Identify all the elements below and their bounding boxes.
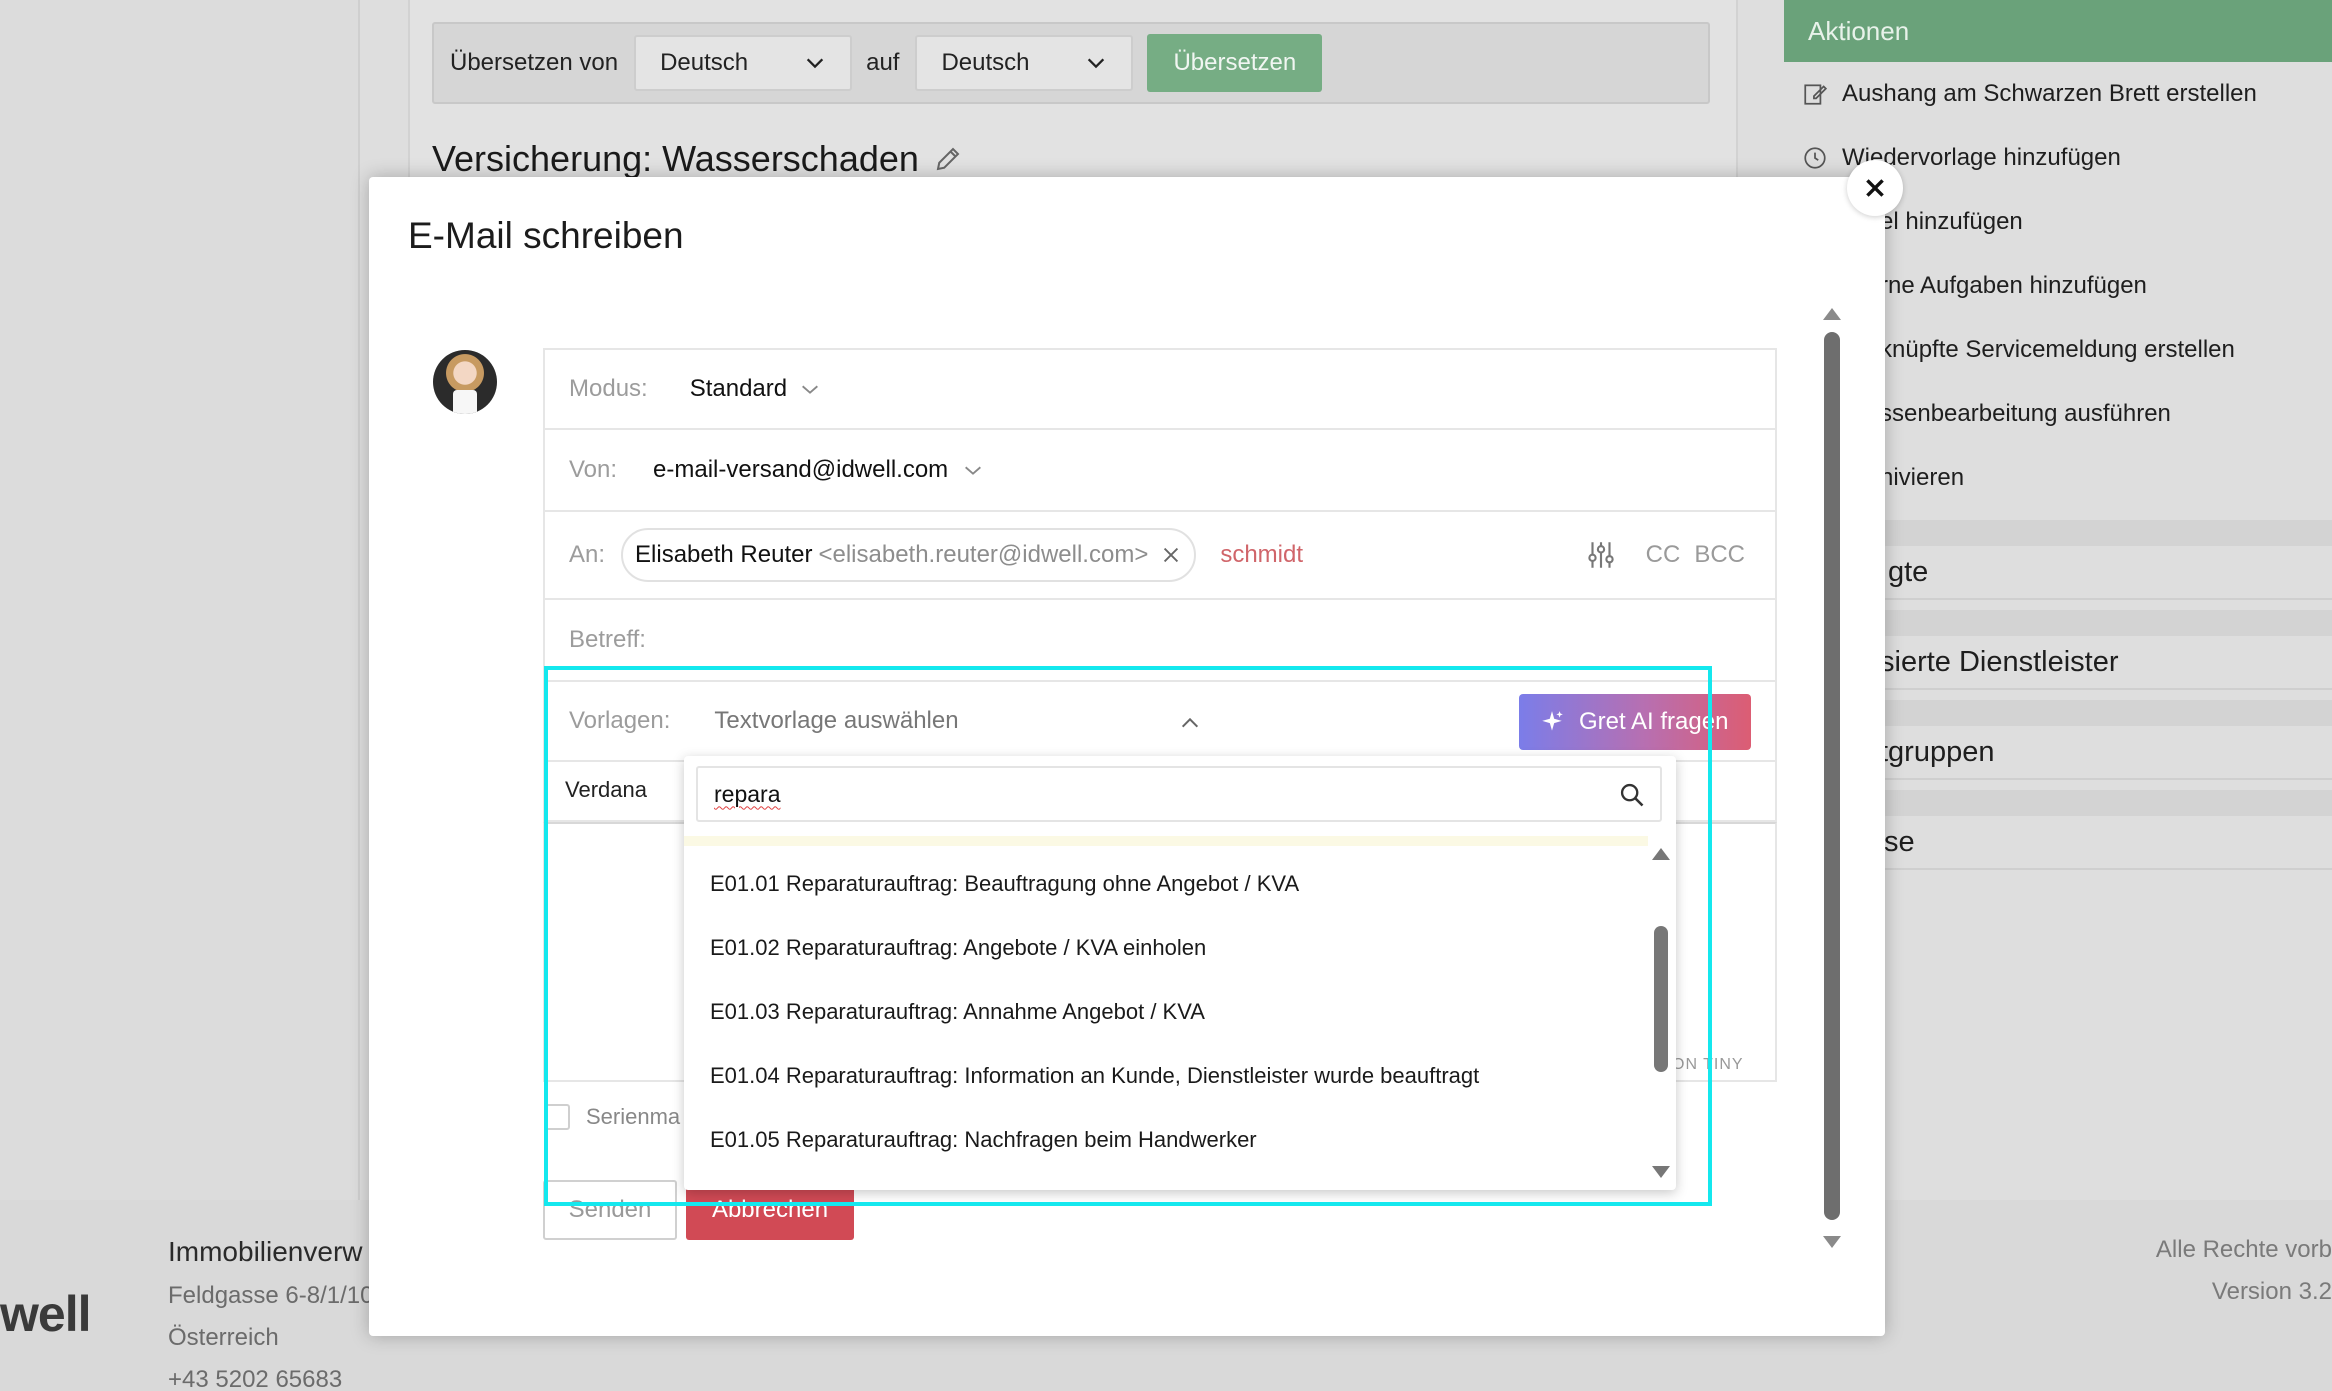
chevron-up-icon[interactable] (1179, 712, 1201, 734)
translate-from-value: Deutsch (660, 49, 749, 76)
avatar (433, 350, 497, 414)
left-panel (0, 0, 360, 1200)
serienmail-label: Serienma (586, 1104, 681, 1129)
list-scroll-up-arrow[interactable] (1652, 848, 1670, 860)
footer-rights: Alle Rechte vorb (2155, 1236, 2332, 1263)
gret-ai-label: Gret AI fragen (1579, 708, 1729, 735)
action-label: Aushang am Schwarzen Brett erstellen (1842, 80, 2257, 107)
footer-address: Feldgasse 6-8/1/10 (168, 1282, 374, 1309)
send-button[interactable]: Senden (543, 1180, 677, 1240)
serienmail-checkbox[interactable] (544, 1104, 570, 1130)
cc-link[interactable]: CC (1646, 541, 1681, 569)
subject-input[interactable]: Betreff: (569, 626, 646, 654)
sparkle-icon (1542, 711, 1563, 731)
close-button[interactable] (1847, 160, 1903, 216)
chevron-down-icon (806, 58, 824, 69)
to-label: An: (569, 541, 606, 568)
action-label: nivieren (1880, 464, 1965, 491)
recipient-name: Elisabeth Reuter (635, 541, 813, 568)
action-label: knüpfte Servicemeldung erstellen (1880, 336, 2235, 363)
modal-title: E-Mail schreiben (408, 215, 684, 256)
translate-to-select[interactable]: Deutsch (915, 35, 1134, 91)
list-top-highlight (684, 836, 1648, 846)
template-dropdown: repara E01.01 Reparaturauftrag: Beauftra… (684, 756, 1676, 1190)
font-select[interactable]: Verdana (565, 777, 647, 803)
mode-label: Modus: (569, 375, 648, 402)
edit-note-icon (1804, 84, 1828, 105)
translate-from-label: Übersetzen von (450, 49, 619, 76)
translate-from-select[interactable]: Deutsch (634, 35, 853, 91)
action-label: rne Aufgaben hinzufügen (1880, 272, 2147, 299)
scroll-down-arrow[interactable] (1823, 1236, 1841, 1248)
action-label: el hinzufügen (1880, 208, 2023, 235)
list-item[interactable]: E01.04 Reparaturauftrag: Information an … (684, 1044, 1648, 1108)
list-item[interactable]: E01.05 Reparaturauftrag: Nachfragen beim… (684, 1108, 1648, 1172)
footer-phone: +43 5202 65683 (168, 1366, 343, 1391)
translate-bar: Übersetzen von Deutsch auf Deutsch Übers… (432, 22, 1710, 104)
recipient-email: <elisabeth.reuter@idwell.com> (818, 541, 1149, 568)
template-list: E01.01 Reparaturauftrag: Beauftragung oh… (684, 852, 1648, 1172)
templates-label: Vorlagen: (569, 707, 671, 734)
page-title: Versicherung: Wasserschaden (432, 138, 919, 179)
list-scrollbar-thumb[interactable] (1654, 926, 1668, 1072)
from-label: Von: (569, 456, 618, 483)
list-item[interactable]: E01.02 Reparaturauftrag: Angebote / KVA … (684, 916, 1648, 980)
footer-company: Immobilienverw (168, 1236, 363, 1267)
list-scroll-down-arrow[interactable] (1652, 1166, 1670, 1178)
email-form: Modus: Standard Von: e-mail-versand@idwe… (543, 348, 1777, 762)
template-search-input[interactable]: repara (696, 766, 1662, 822)
template-search-value: repara (714, 780, 781, 807)
page-title-row: Versicherung: Wasserschaden (432, 138, 963, 180)
footer-country: Österreich (168, 1324, 279, 1351)
recipient-chip[interactable]: Elisabeth Reuter <elisabeth.reuter@idwel… (621, 528, 1197, 582)
mode-row: Modus: Standard (545, 350, 1775, 430)
templates-select[interactable]: Textvorlage auswählen (714, 707, 958, 735)
from-select[interactable]: e-mail-versand@idwell.com (653, 456, 948, 484)
scroll-up-arrow[interactable] (1823, 308, 1841, 320)
close-icon (1866, 179, 1884, 197)
action-notice-board[interactable]: Aushang am Schwarzen Brett erstellen (1784, 62, 2332, 126)
footer-version: Version 3.2 (2211, 1278, 2332, 1305)
clock-icon (1804, 147, 1826, 169)
to-input[interactable]: schmidt (1220, 541, 1303, 569)
translate-button[interactable]: Übersetzen (1147, 34, 1323, 92)
tiny-branding: ON TINY (1672, 1056, 1744, 1073)
chevron-down-icon[interactable] (962, 459, 984, 481)
pencil-icon[interactable] (933, 144, 963, 174)
gret-ai-button[interactable]: Gret AI fragen (1519, 694, 1751, 750)
to-row: An: Elisabeth Reuter <elisabeth.reuter@i… (545, 512, 1775, 600)
list-item[interactable]: E01.03 Reparaturauftrag: Annahme Angebot… (684, 980, 1648, 1044)
bcc-link[interactable]: BCC (1694, 541, 1745, 569)
chevron-down-icon (1088, 58, 1105, 69)
modal-scrollbar[interactable] (1824, 332, 1840, 1220)
to-options: CC BCC (1584, 538, 1775, 572)
subject-row[interactable]: Betreff: (545, 600, 1775, 682)
sliders-icon[interactable] (1584, 538, 1618, 572)
translate-to-value: Deutsch (941, 49, 1030, 76)
serienmail-option[interactable]: Serienma (544, 1104, 680, 1130)
action-label: ssenbearbeitung ausführen (1880, 400, 2171, 427)
remove-recipient-icon[interactable] (1160, 544, 1182, 566)
templates-row: Vorlagen: Textvorlage auswählen Gret AI … (545, 682, 1775, 762)
from-row: Von: e-mail-versand@idwell.com (545, 430, 1775, 512)
list-item[interactable]: E01.01 Reparaturauftrag: Beauftragung oh… (684, 852, 1648, 916)
search-icon[interactable] (1618, 781, 1646, 809)
translate-to-label: auf (866, 49, 900, 76)
footer-logo: well (0, 1286, 91, 1342)
mode-select[interactable]: Standard (690, 375, 787, 403)
actions-header: Aktionen (1784, 0, 2332, 62)
chevron-down-icon[interactable] (799, 378, 821, 400)
